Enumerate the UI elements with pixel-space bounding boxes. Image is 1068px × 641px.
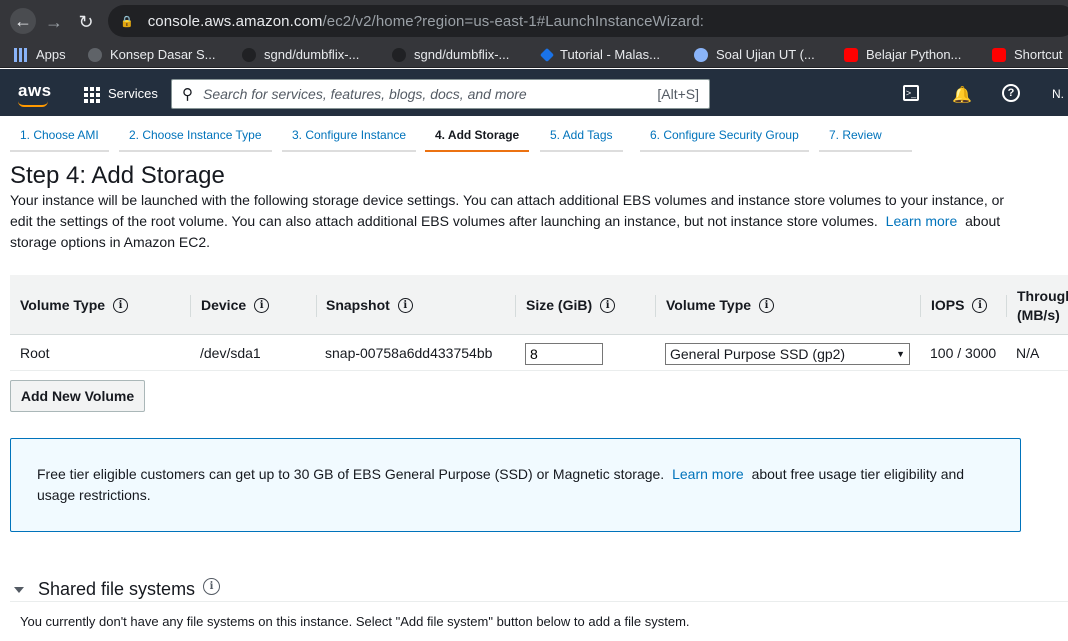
- bell-icon[interactable]: 🔔: [952, 85, 972, 105]
- col-ebs-volume-type: Volume Type i: [666, 297, 775, 313]
- github-icon: [242, 47, 256, 62]
- tab-add-tags[interactable]: 5. Add Tags: [540, 128, 623, 152]
- bookmark-item[interactable]: Belajar Python...: [844, 47, 961, 62]
- volume-type-select[interactable]: General Purpose SSD (gp2) ▼: [665, 343, 910, 365]
- col-device: Device i: [201, 297, 270, 313]
- size-input[interactable]: [525, 343, 603, 365]
- info-icon[interactable]: i: [600, 297, 616, 313]
- bookmarks-bar: Apps Konsep Dasar S... sgnd/dumbflix-...…: [0, 43, 1068, 68]
- forward-icon[interactable]: →: [42, 10, 66, 34]
- bookmark-item[interactable]: sgnd/dumbflix-...: [392, 47, 509, 62]
- free-tier-learn-more-link[interactable]: Learn more: [672, 466, 744, 482]
- add-new-volume-button[interactable]: Add New Volume: [10, 380, 145, 412]
- page-description: Your instance will be launched with the …: [10, 192, 1005, 250]
- url-path: /ec2/v2/home?region=us-east-1#LaunchInst…: [322, 12, 705, 30]
- tab-configure-security-group[interactable]: 6. Configure Security Group: [640, 128, 809, 152]
- account-menu[interactable]: N.: [1052, 87, 1064, 101]
- tab-review[interactable]: 7. Review: [819, 128, 912, 152]
- back-icon[interactable]: ←: [10, 8, 36, 34]
- column-divider: [920, 295, 921, 317]
- shared-file-systems-title: Shared file systems: [38, 579, 196, 599]
- lock-icon: 🔒: [120, 15, 134, 28]
- info-icon[interactable]: i: [254, 297, 270, 313]
- tab-choose-instance-type[interactable]: 2. Choose Instance Type: [119, 128, 272, 152]
- free-tier-alert: Free tier eligible customers can get up …: [10, 438, 1021, 532]
- tab-choose-ami[interactable]: 1. Choose AMI: [10, 128, 109, 152]
- cloudshell-icon[interactable]: >_: [903, 85, 919, 101]
- info-icon[interactable]: i: [203, 578, 221, 595]
- url-host: console.aws.amazon.com: [147, 12, 323, 30]
- col-snapshot: Snapshot i: [326, 297, 413, 313]
- search-icon: ⚲: [182, 86, 193, 103]
- cell-throughput: N/A: [1016, 345, 1040, 361]
- bookmark-item[interactable]: Soal Ujian UT (...: [694, 47, 815, 62]
- cell-volume-type: Root: [20, 345, 50, 361]
- github-icon: [392, 47, 406, 62]
- chevron-down-icon: ▼: [896, 349, 905, 359]
- aws-logo[interactable]: aws: [18, 81, 52, 101]
- bookmark-apps[interactable]: Apps: [14, 47, 66, 62]
- tab-configure-instance[interactable]: 3. Configure Instance: [282, 128, 417, 152]
- col-size: Size (GiB) i: [526, 297, 616, 313]
- column-divider: [1006, 295, 1007, 317]
- tutorial-favicon-icon: [539, 47, 555, 62]
- caret-down-icon[interactable]: [14, 586, 24, 593]
- search-input[interactable]: ⚲ Search for services, features, blogs, …: [171, 79, 710, 109]
- reload-icon[interactable]: ↻: [74, 10, 98, 34]
- address-bar[interactable]: 🔒 console.aws.amazon.com/ec2/v2/home?reg…: [108, 5, 1068, 37]
- cell-iops: 100 / 3000: [930, 345, 997, 361]
- help-icon[interactable]: ?: [1002, 84, 1020, 102]
- site-favicon-icon: [88, 47, 102, 62]
- column-divider: [316, 295, 317, 317]
- youtube-icon: [844, 47, 858, 62]
- no-file-systems-text: You currently don't have any file system…: [20, 614, 690, 629]
- ut-favicon-icon: [694, 47, 708, 62]
- column-divider: [515, 295, 516, 317]
- column-divider: [190, 295, 191, 317]
- search-placeholder: Search for services, features, blogs, do…: [203, 86, 527, 102]
- column-divider: [655, 295, 656, 317]
- info-icon[interactable]: i: [759, 297, 775, 313]
- storage-table: Volume Type i Device i Snapshot i Size (GiB…: [10, 275, 1068, 371]
- youtube-icon: [992, 47, 1006, 62]
- apps-grid-icon: [14, 47, 28, 62]
- shared-file-systems-section[interactable]: Shared file systems i: [10, 578, 1068, 602]
- col-iops: IOPS i: [931, 297, 988, 313]
- cell-device: /dev/sda1: [200, 345, 261, 361]
- learn-more-link[interactable]: Learn more: [886, 213, 958, 229]
- info-icon[interactable]: i: [113, 297, 129, 313]
- col-throughput: Throughput(MB/s): [1017, 288, 1068, 323]
- services-grid-icon[interactable]: [84, 87, 100, 103]
- col-volume-type: Volume Type i: [20, 297, 129, 313]
- info-icon[interactable]: i: [397, 297, 413, 313]
- search-shortcut: [Alt+S]: [657, 86, 699, 102]
- tab-add-storage[interactable]: 4. Add Storage: [425, 128, 530, 152]
- page-title: Step 4: Add Storage: [10, 162, 225, 189]
- cell-snapshot: snap-00758a6dd433754bb: [325, 345, 493, 361]
- info-icon[interactable]: i: [972, 297, 988, 313]
- bookmark-item[interactable]: Konsep Dasar S...: [88, 47, 216, 62]
- aws-header: aws Services ⚲ Search for services, feat…: [0, 69, 1068, 116]
- bookmark-item[interactable]: Shortcut: [992, 47, 1062, 62]
- services-menu[interactable]: Services: [108, 86, 158, 101]
- aws-logo-smile: [18, 101, 48, 107]
- bookmark-item[interactable]: Tutorial - Malas...: [539, 47, 660, 62]
- table-header: Volume Type i Device i Snapshot i Size (GiB…: [10, 275, 1068, 335]
- bookmark-item[interactable]: sgnd/dumbflix-...: [242, 47, 359, 62]
- browser-toolbar: ← → ↻ 🔒 console.aws.amazon.com/ec2/v2/ho…: [0, 0, 1068, 43]
